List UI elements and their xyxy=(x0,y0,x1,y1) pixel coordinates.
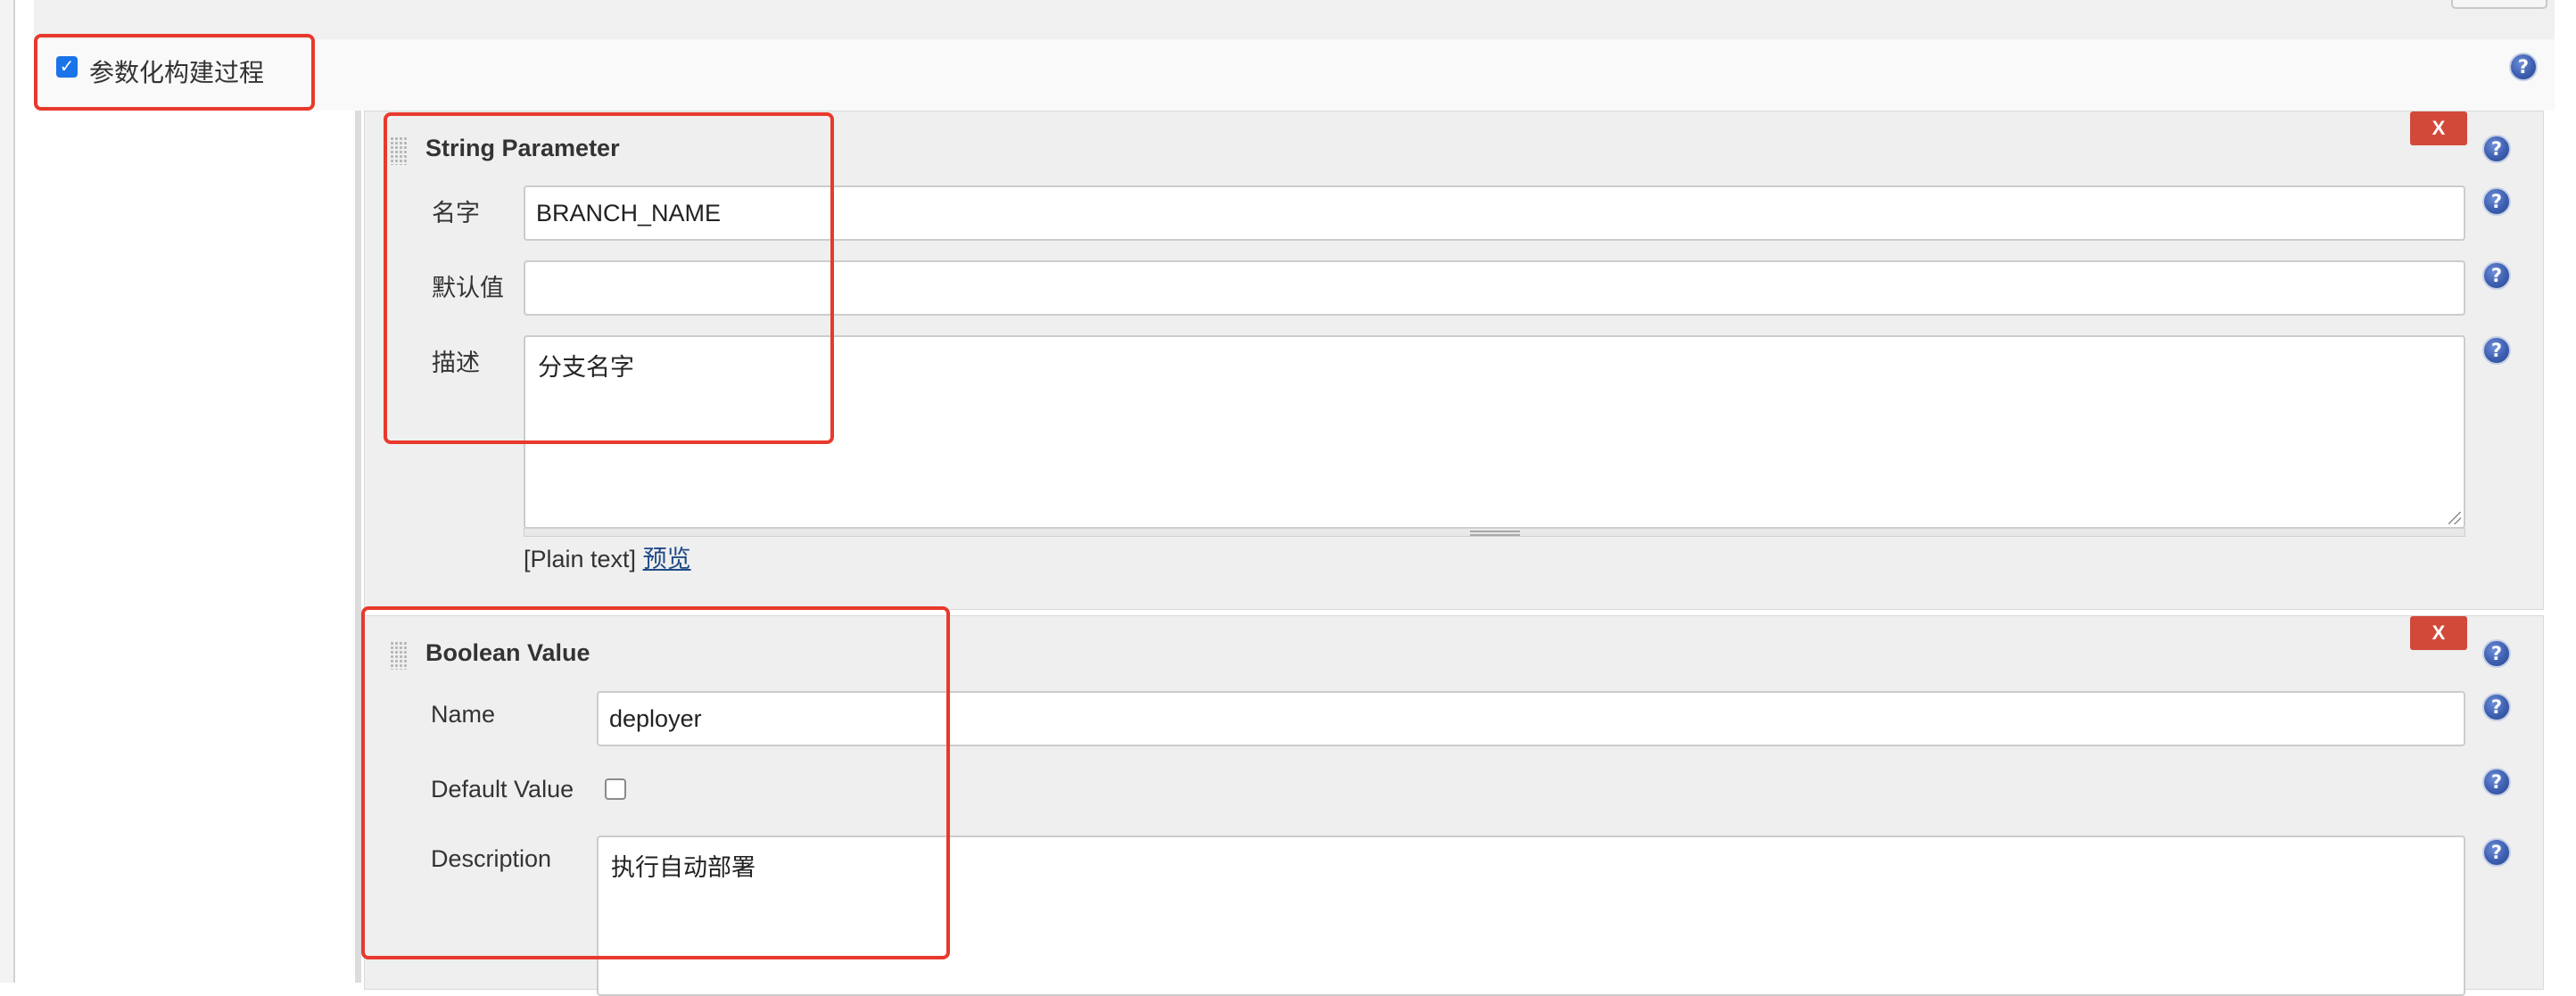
previous-section-strip xyxy=(34,0,2555,39)
annotation-box-boolean-parameter xyxy=(361,606,950,959)
help-icon[interactable]: ? xyxy=(2482,336,2511,365)
preview-link[interactable]: 预览 xyxy=(643,546,691,572)
resize-grip-icon[interactable] xyxy=(2448,512,2461,524)
section-nesting-line xyxy=(355,111,361,983)
help-icon[interactable]: ? xyxy=(2482,261,2511,290)
delete-boolean-parameter-button[interactable]: X xyxy=(2410,616,2467,650)
format-note: [Plain text] 预览 xyxy=(524,539,691,574)
help-icon[interactable]: ? xyxy=(2482,187,2511,216)
help-icon[interactable]: ? xyxy=(2482,838,2511,867)
textarea-expand-bar[interactable] xyxy=(524,528,2465,537)
previous-section-button[interactable] xyxy=(2451,0,2547,9)
help-icon[interactable]: ? xyxy=(2509,53,2538,81)
help-icon[interactable]: ? xyxy=(2482,639,2511,668)
annotation-box-checkbox xyxy=(34,34,315,111)
plain-text-label: [Plain text] xyxy=(524,546,637,572)
parameterized-build-row xyxy=(34,39,2555,111)
delete-string-parameter-button[interactable]: X xyxy=(2410,111,2467,145)
help-icon[interactable]: ? xyxy=(2482,693,2511,721)
help-icon[interactable]: ? xyxy=(2482,135,2511,163)
expand-grip-icon xyxy=(1469,531,1520,536)
annotation-box-string-parameter xyxy=(384,112,834,444)
page-left-border xyxy=(0,0,15,983)
help-icon[interactable]: ? xyxy=(2482,768,2511,796)
